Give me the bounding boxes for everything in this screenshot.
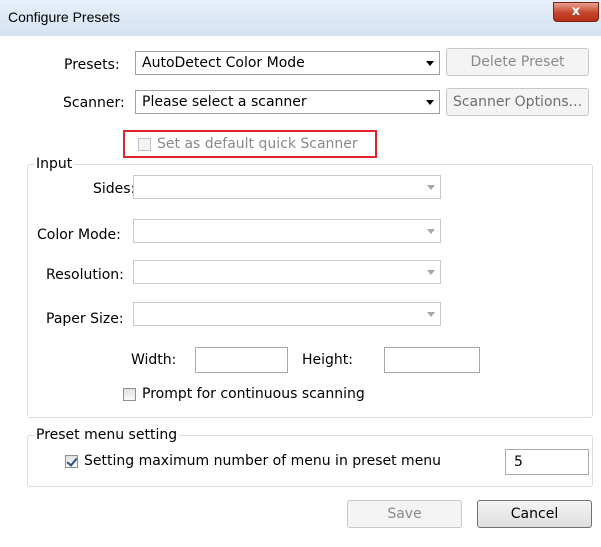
cancel-button[interactable]: Cancel: [477, 500, 592, 528]
color-mode-dropdown[interactable]: [133, 219, 441, 243]
height-input[interactable]: [384, 347, 480, 373]
max-menu-input[interactable]: 5: [505, 449, 589, 475]
chevron-down-icon: [427, 270, 435, 275]
presets-label: Presets:: [64, 57, 120, 73]
width-input[interactable]: [195, 347, 288, 373]
sides-label: Sides:: [93, 181, 136, 197]
close-icon: x: [571, 4, 581, 19]
default-quick-scanner-label: Set as default quick Scanner: [157, 136, 358, 152]
save-button[interactable]: Save: [347, 500, 462, 528]
max-menu-label: Setting maximum number of menu in preset…: [84, 453, 442, 469]
preset-menu-group-title: Preset menu setting: [34, 427, 180, 443]
presets-value: AutoDetect Color Mode: [142, 55, 305, 71]
prompt-continuous-checkbox[interactable]: [123, 388, 136, 401]
paper-size-dropdown[interactable]: [133, 302, 441, 326]
max-menu-checkbox[interactable]: [65, 455, 78, 468]
chevron-down-icon: [427, 185, 435, 190]
chevron-down-icon: [426, 61, 434, 66]
delete-preset-button[interactable]: Delete Preset: [446, 48, 589, 76]
color-mode-label: Color Mode:: [37, 227, 121, 243]
close-button[interactable]: x: [553, 2, 599, 22]
default-quick-scanner-checkbox[interactable]: [138, 138, 151, 151]
paper-size-label: Paper Size:: [46, 311, 124, 327]
scanner-label: Scanner:: [63, 95, 125, 111]
scanner-options-button[interactable]: Scanner Options...: [446, 88, 589, 116]
window-title: Configure Presets: [8, 9, 121, 25]
chevron-down-icon: [427, 229, 435, 234]
chevron-down-icon: [426, 100, 434, 105]
resolution-dropdown[interactable]: [133, 260, 441, 284]
scanner-value: Please select a scanner: [142, 94, 307, 110]
input-group-title: Input: [34, 156, 75, 172]
height-label: Height:: [302, 352, 353, 368]
width-label: Width:: [131, 352, 177, 368]
prompt-continuous-label: Prompt for continuous scanning: [142, 386, 365, 402]
sides-dropdown[interactable]: [133, 175, 441, 199]
input-group: [27, 164, 593, 418]
title-bar: Configure Presets x: [0, 0, 601, 36]
presets-dropdown[interactable]: AutoDetect Color Mode: [135, 51, 440, 75]
scanner-dropdown[interactable]: Please select a scanner: [135, 90, 440, 114]
chevron-down-icon: [427, 312, 435, 317]
resolution-label: Resolution:: [46, 267, 124, 283]
